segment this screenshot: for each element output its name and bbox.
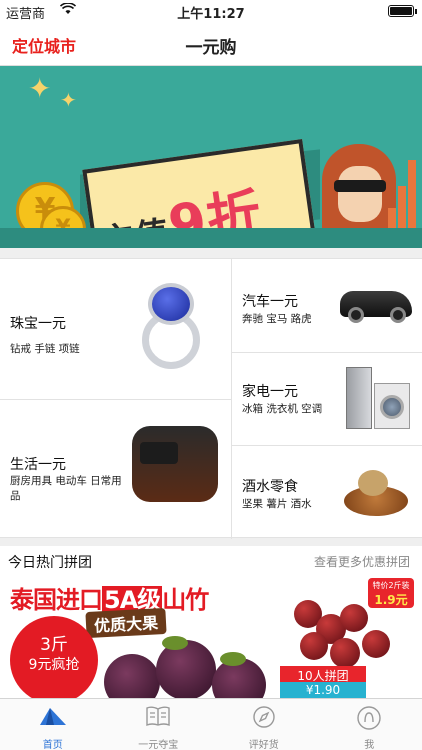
cherry-image (340, 604, 368, 632)
sparkle-icon: ✦ (28, 72, 52, 105)
headline-part: 山竹 (162, 586, 209, 614)
category-sub: 钻戒 手链 项链 (10, 343, 80, 355)
cherry-image (300, 632, 328, 660)
profile-icon (317, 705, 422, 731)
fridge-image (346, 367, 372, 429)
ring-gem (148, 283, 194, 325)
category-name: 家电一元 (242, 384, 298, 400)
clock: 上午11:27 (177, 7, 245, 22)
tab-home[interactable]: 首页 (0, 699, 106, 750)
rice-cooker-image (132, 426, 218, 502)
sunglasses-icon (334, 180, 386, 192)
character-face (338, 166, 382, 222)
page-title: 一元购 (185, 38, 237, 58)
tab-label: 一元夺宝 (138, 740, 179, 750)
category-sub: 厨房用具 电动车 日常用品 (10, 475, 122, 502)
circle-price: 9元疯抢 (28, 657, 80, 673)
more-deals-link[interactable]: 查看更多优惠拼团 (314, 553, 410, 570)
category-sub: 奔驰 宝马 路虎 (242, 313, 312, 325)
wheel (390, 307, 406, 323)
hot-groupbuy-section: 今日热门拼团 查看更多优惠拼团 泰国进口5A级山竹 优质大果 3斤 9元疯抢 特… (0, 546, 422, 698)
tab-me[interactable]: 我 (317, 699, 422, 750)
mangosteen-deal[interactable]: 泰国进口5A级山竹 优质大果 3斤 9元疯抢 (6, 574, 272, 698)
category-appliance[interactable]: 家电一元 冰箱 洗衣机 空调 (232, 353, 422, 445)
leaf (220, 652, 246, 666)
section-title: 今日热门拼团 (8, 555, 92, 571)
poster-headline: 泰国进口5A级山竹 (10, 580, 209, 615)
wheel (348, 307, 364, 323)
tag-price: 1.9元 (374, 593, 408, 607)
tab-bar: 首页 一元夺宝 评好货 我 (0, 698, 422, 750)
price-tag: 特价2斤装 1.9元 (368, 578, 414, 608)
battery-icon (388, 5, 414, 17)
category-name: 汽车一元 (242, 294, 298, 310)
mangosteen-image (156, 640, 216, 698)
category-grid: 珠宝一元 钻戒 手链 项链 生活一元 厨房用具 电动车 日常用品 汽车一元 奔驰… (0, 258, 422, 539)
headline-part: 泰国进口 (10, 586, 103, 614)
cherry-image (330, 638, 360, 668)
banner-floor (0, 228, 422, 248)
washer-door (380, 395, 404, 419)
tab-label: 我 (364, 740, 375, 750)
tag-label: 特价2斤装 (372, 581, 410, 590)
group-price: ¥1.90 (280, 682, 366, 698)
tab-label: 首页 (42, 740, 63, 750)
snack-bag (358, 470, 388, 496)
home-tent-icon (0, 705, 106, 731)
cherry-deal[interactable]: 特价2斤装 1.9元 10人拼团 ¥1.90 (276, 574, 416, 698)
nav-bar: 定位城市 一元购 (0, 22, 422, 66)
category-snacks[interactable]: 酒水零食 坚果 薯片 酒水 (232, 446, 422, 539)
category-car[interactable]: 汽车一元 奔驰 宝马 路虎 (232, 259, 422, 352)
battery-tip (415, 9, 417, 14)
promo-banner[interactable]: ✦ ✦ 充值9折 ¥ ¥ (0, 66, 422, 248)
tab-label: 评好货 (248, 740, 279, 750)
category-name: 酒水零食 (242, 479, 298, 495)
tab-reviews[interactable]: 评好货 (211, 699, 317, 750)
category-life[interactable]: 生活一元 厨房用具 电动车 日常用品 (0, 400, 231, 539)
category-name: 珠宝一元 (10, 316, 66, 332)
category-jewelry[interactable]: 珠宝一元 钻戒 手链 项链 (0, 259, 231, 399)
compass-icon (211, 705, 317, 731)
sparkle-icon: ✦ (60, 88, 77, 112)
status-bar: 运营商 上午11:27 (0, 0, 422, 22)
cherry-image (362, 630, 390, 658)
mangosteen-image (104, 654, 160, 698)
category-sub: 冰箱 洗衣机 空调 (242, 403, 323, 415)
book-icon (106, 705, 212, 731)
category-name: 生活一元 (10, 457, 66, 473)
circle-weight: 3斤 (40, 635, 68, 655)
leaf (162, 636, 188, 650)
cooker-panel (140, 442, 178, 464)
category-sub: 坚果 薯片 酒水 (242, 498, 312, 510)
tab-one-yuan[interactable]: 一元夺宝 (106, 699, 212, 750)
